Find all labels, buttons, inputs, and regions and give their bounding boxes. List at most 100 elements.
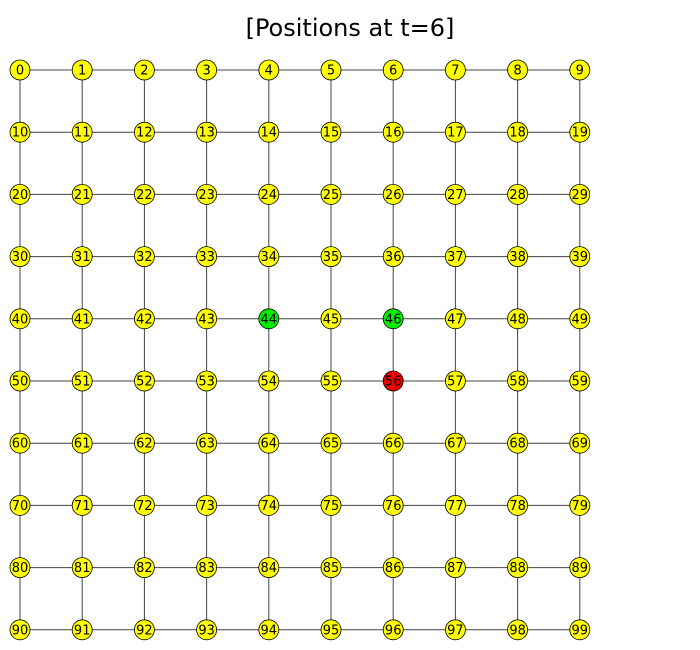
grid-node: 3 [196, 59, 218, 81]
grid-node: 32 [133, 246, 155, 268]
grid-node: 6 [382, 59, 404, 81]
node-label: 13 [198, 126, 215, 141]
grid-node: 20 [9, 183, 31, 205]
node-label: 2 [140, 64, 148, 79]
grid-node: 49 [569, 308, 591, 330]
grid-node: 72 [133, 494, 155, 516]
grid-node: 38 [507, 246, 528, 268]
grid-node: 97 [444, 619, 466, 641]
node-label: 38 [509, 250, 526, 265]
node-label: 88 [509, 561, 526, 576]
grid-node: 98 [507, 619, 528, 641]
node-label: 92 [136, 623, 153, 638]
node-label: 32 [136, 250, 153, 265]
grid-node: 52 [133, 370, 155, 392]
grid-node: 71 [71, 494, 93, 516]
node-label: 46 [385, 312, 402, 327]
grid-node: 99 [569, 619, 591, 641]
grid-node: 34 [258, 246, 280, 268]
node-label: 14 [261, 126, 278, 141]
grid-node: 27 [444, 183, 466, 205]
grid-node: 43 [196, 308, 218, 330]
grid-node: 36 [382, 246, 404, 268]
node-label: 84 [261, 561, 278, 576]
node-label: 80 [12, 561, 29, 576]
grid-node: 84 [258, 557, 280, 578]
grid-node: 50 [9, 370, 31, 392]
grid-node: 96 [382, 619, 404, 641]
node-label: 44 [261, 312, 278, 327]
node-label: 6 [389, 64, 397, 79]
node-label: 9 [576, 64, 584, 79]
node-label: 31 [74, 250, 91, 265]
grid-node: 86 [382, 557, 404, 578]
grid-node: 91 [71, 619, 93, 641]
grid-node: 10 [9, 121, 31, 143]
node-label: 30 [12, 250, 29, 265]
node-label: 24 [261, 188, 278, 203]
node-label: 90 [12, 623, 29, 638]
grid-node: 2 [133, 59, 155, 81]
node-label: 7 [451, 64, 459, 79]
grid-node: 87 [444, 557, 466, 578]
node-label: 69 [572, 437, 589, 452]
grid-node: 78 [507, 494, 528, 516]
node-label: 27 [447, 188, 464, 203]
grid-node: 25 [320, 183, 342, 205]
grid-node: 30 [9, 246, 31, 268]
grid-node: 11 [71, 121, 93, 143]
grid-node: 45 [320, 308, 342, 330]
node-label: 25 [323, 188, 340, 203]
grid-node: 18 [507, 121, 528, 143]
grid-node: 92 [133, 619, 155, 641]
node-label: 51 [74, 375, 91, 390]
grid-nodes: 0 1 2 3 4 5 6 7 8 910 11 12 13 14 15 16 17 18 1920 21 22 23 24… [9, 59, 591, 641]
node-label: 8 [513, 64, 521, 79]
grid-node: 56 [382, 370, 404, 392]
node-label: 48 [509, 312, 526, 327]
node-label: 11 [74, 126, 91, 141]
node-label: 49 [572, 312, 589, 327]
node-label: 74 [261, 499, 278, 514]
node-label: 34 [261, 250, 278, 265]
node-label: 59 [572, 375, 589, 390]
grid-node: 37 [444, 246, 466, 268]
node-label: 3 [202, 64, 210, 79]
grid-node: 17 [444, 121, 466, 143]
node-label: 67 [447, 437, 464, 452]
node-label: 39 [572, 250, 589, 265]
grid-node: 55 [320, 370, 342, 392]
grid-node: 94 [258, 619, 280, 641]
grid-graph: 0 1 2 3 4 5 6 7 8 910 11 12 13 14 15 16 17 18 1920 21 22 23 24… [9, 59, 591, 641]
node-label: 12 [136, 126, 153, 141]
node-label: 86 [385, 561, 402, 576]
grid-node: 75 [320, 494, 342, 516]
grid-node: 70 [9, 494, 31, 516]
grid-node: 46 [382, 308, 404, 330]
node-label: 87 [447, 561, 464, 576]
grid-node: 21 [71, 183, 93, 205]
grid-node: 95 [320, 619, 342, 641]
grid-node: 19 [569, 121, 591, 143]
node-label: 43 [198, 312, 215, 327]
grid-node: 29 [569, 183, 591, 205]
node-label: 4 [265, 64, 273, 79]
node-label: 52 [136, 375, 153, 390]
node-label: 70 [12, 499, 29, 514]
grid-node: 67 [444, 432, 466, 454]
grid-node: 53 [196, 370, 218, 392]
node-label: 19 [572, 126, 589, 141]
node-label: 45 [323, 312, 340, 327]
node-label: 40 [12, 312, 29, 327]
grid-node: 80 [9, 557, 31, 578]
node-label: 56 [385, 375, 402, 390]
node-label: 98 [509, 623, 526, 638]
node-label: 41 [74, 312, 91, 327]
node-label: 97 [447, 623, 464, 638]
node-label: 17 [447, 126, 464, 141]
node-label: 0 [16, 64, 24, 79]
node-label: 65 [323, 437, 340, 452]
node-label: 75 [323, 499, 340, 514]
node-label: 89 [572, 561, 589, 576]
grid-node: 13 [196, 121, 218, 143]
